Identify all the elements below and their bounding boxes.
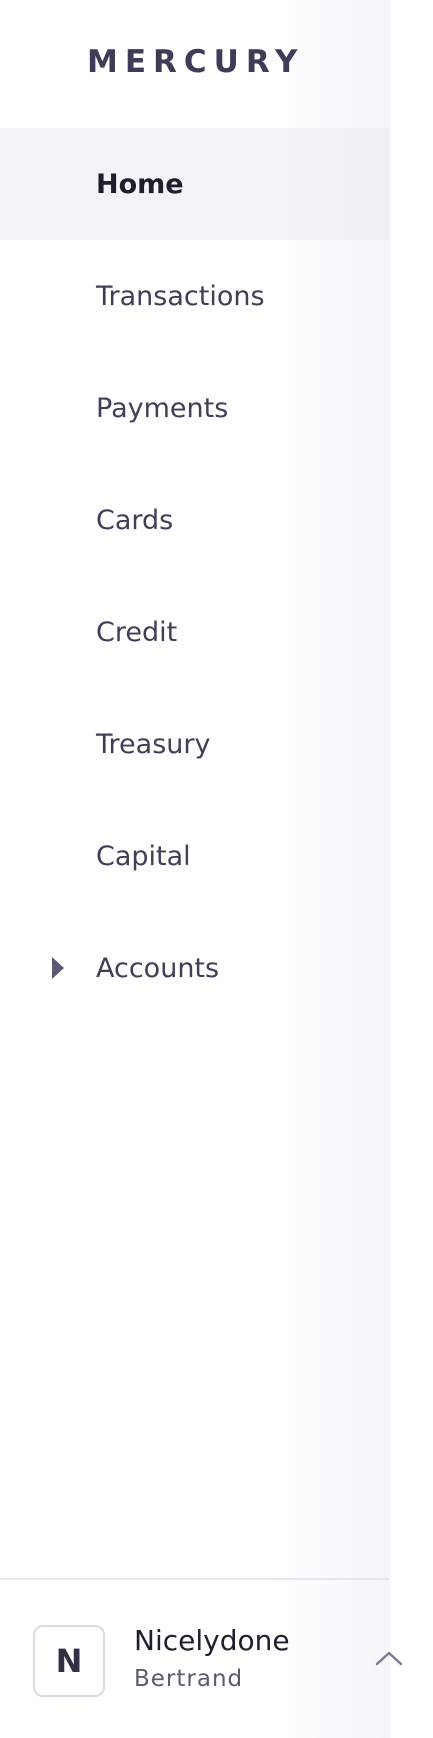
sidebar-item-label: Home xyxy=(96,168,184,200)
sidebar-item-cards[interactable]: Cards xyxy=(0,464,390,576)
chevron-up-icon[interactable] xyxy=(374,1648,404,1668)
account-switcher[interactable]: N Nicelydone Bertrand xyxy=(0,1578,403,1738)
sidebar-item-accounts[interactable]: Accounts xyxy=(0,912,390,1024)
sidebar-item-transactions[interactable]: Transactions xyxy=(0,240,390,352)
sidebar-item-label: Credit xyxy=(96,616,178,648)
organization-name: Nicelydone xyxy=(134,1624,290,1657)
avatar: N xyxy=(33,1625,105,1697)
sidebar-item-home[interactable]: Home xyxy=(0,128,390,240)
sidebar-item-payments[interactable]: Payments xyxy=(0,352,390,464)
sidebar-item-label: Accounts xyxy=(96,952,220,984)
user-name: Bertrand xyxy=(134,1666,244,1692)
sidebar-item-label: Cards xyxy=(96,504,174,536)
caret-right-icon[interactable] xyxy=(52,957,64,979)
sidebar-item-label: Payments xyxy=(96,392,229,424)
sidebar-item-credit[interactable]: Credit xyxy=(0,576,390,688)
sidebar: MERCURY Home Transactions Payments Cards… xyxy=(0,0,403,1738)
sidebar-item-capital[interactable]: Capital xyxy=(0,800,390,912)
sidebar-item-label: Transactions xyxy=(96,280,265,312)
sidebar-item-label: Treasury xyxy=(96,728,211,760)
sidebar-nav: Home Transactions Payments Cards Credit … xyxy=(0,128,390,1024)
sidebar-item-label: Capital xyxy=(96,840,191,872)
sidebar-item-treasury[interactable]: Treasury xyxy=(0,688,390,800)
mercury-logo[interactable]: MERCURY xyxy=(87,44,304,80)
